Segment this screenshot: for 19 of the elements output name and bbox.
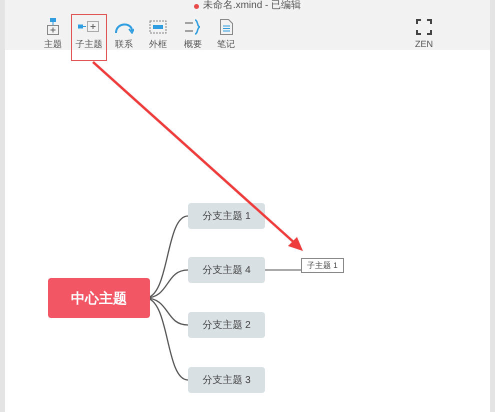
boundary-icon xyxy=(149,20,167,34)
toolbar-button[interactable]: 外框 xyxy=(140,14,176,61)
toolbar-button[interactable]: ZEN xyxy=(406,14,442,61)
toolbar-button[interactable]: 概要 xyxy=(175,14,211,61)
summary-bracket-icon xyxy=(184,19,202,35)
fullscreen-icon xyxy=(416,19,432,35)
branch-topic[interactable]: 分支主题 1 xyxy=(188,203,265,229)
toolbar-button[interactable]: 子主题 xyxy=(71,14,107,61)
branch-topic[interactable]: 分支主题 3 xyxy=(188,367,265,393)
toolbar-button[interactable]: 笔记 xyxy=(208,14,244,61)
window-title: 未命名.xmind - 已编辑 xyxy=(202,0,302,12)
add-subtopic-icon xyxy=(78,21,100,33)
note-icon xyxy=(220,19,232,35)
toolbar-button[interactable]: 联系 xyxy=(106,14,142,61)
subtopic[interactable]: 子主题 1 xyxy=(301,258,344,273)
branch-topic[interactable]: 分支主题 4 xyxy=(188,257,265,283)
add-topic-icon xyxy=(46,18,60,36)
branch-topic[interactable]: 分支主题 2 xyxy=(188,312,265,338)
toolbar-button[interactable]: 主题 xyxy=(35,14,71,61)
